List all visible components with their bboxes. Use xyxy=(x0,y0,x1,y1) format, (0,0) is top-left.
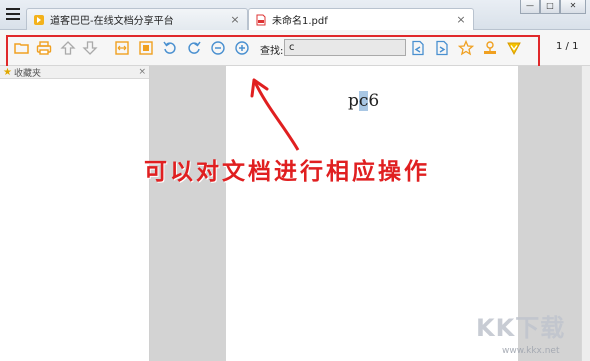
search-label: 查找: xyxy=(260,46,284,57)
download-icon[interactable] xyxy=(482,40,498,56)
annotation-arrow xyxy=(250,78,300,151)
search-input[interactable] xyxy=(284,39,406,56)
restore-button[interactable]: □ xyxy=(540,0,560,14)
print-icon[interactable] xyxy=(36,40,52,56)
vip-icon[interactable] xyxy=(506,40,522,56)
rotate-right-icon[interactable] xyxy=(186,40,202,56)
fit-width-icon[interactable] xyxy=(114,40,130,56)
tab-title: 道客巴巴-在线文档分享平台 xyxy=(50,16,174,27)
text-segment: p xyxy=(348,91,359,111)
panel-close-icon[interactable]: × xyxy=(138,67,146,77)
title-bar: 道客巴巴-在线文档分享平台 × 未命名1.pdf × — □ ✕ xyxy=(0,0,590,30)
tab-close-icon[interactable]: × xyxy=(229,13,241,26)
next-result-icon[interactable] xyxy=(434,40,450,56)
favorites-panel-header: ★ 收藏夹 × xyxy=(0,66,149,79)
arrow-down-icon[interactable] xyxy=(82,40,98,56)
page-counter: 1 / 1 xyxy=(556,41,579,52)
folder-open-icon[interactable] xyxy=(14,40,30,56)
text-segment: 6 xyxy=(368,91,380,111)
star-icon: ★ xyxy=(3,66,12,78)
arrow-up-icon[interactable] xyxy=(60,40,76,56)
page-text: pc6 xyxy=(348,91,379,111)
annotation-text: 可以对文档进行相应操作 xyxy=(144,159,430,185)
vertical-scrollbar[interactable] xyxy=(581,66,590,361)
favorites-panel-title: 收藏夹 xyxy=(13,68,41,79)
search-highlight: c xyxy=(358,91,369,111)
tab-close-icon[interactable]: × xyxy=(455,13,467,26)
minimize-button[interactable]: — xyxy=(520,0,540,14)
watermark-url: www.kkx.net xyxy=(502,346,560,356)
star-icon[interactable] xyxy=(458,40,474,56)
zoom-out-icon[interactable] xyxy=(210,40,226,56)
fit-page-icon[interactable] xyxy=(138,40,154,56)
watermark-logo: KK下载 xyxy=(476,314,566,342)
close-window-button[interactable]: ✕ xyxy=(560,0,586,14)
rotate-left-icon[interactable] xyxy=(162,40,178,56)
tab-pdf[interactable]: 未命名1.pdf × xyxy=(248,8,474,30)
zoom-in-icon[interactable] xyxy=(234,40,250,56)
pdf-toolbar: 查找: 1 / 1 xyxy=(0,30,590,66)
doc88-logo-icon xyxy=(34,14,44,25)
menu-icon[interactable] xyxy=(6,8,20,20)
tab-title: 未命名1.pdf xyxy=(272,16,328,27)
tab-doc88[interactable]: 道客巴巴-在线文档分享平台 × xyxy=(26,8,248,30)
pdf-file-icon xyxy=(256,14,266,25)
window-controls: — □ ✕ xyxy=(520,0,586,14)
prev-result-icon[interactable] xyxy=(410,40,426,56)
favorites-panel: ★ 收藏夹 × xyxy=(0,66,150,361)
